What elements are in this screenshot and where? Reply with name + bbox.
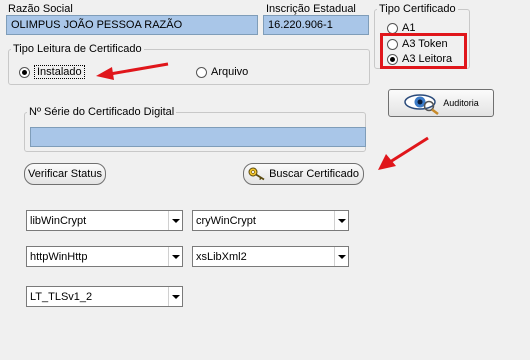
razao-social-field[interactable]: OLIMPUS JOÃO PESSOA RAZÃO bbox=[6, 15, 258, 35]
auditoria-label: Auditoria bbox=[443, 98, 479, 108]
crypt-lib-select[interactable]: cryWinCrypt bbox=[192, 210, 349, 231]
radio-arquivo[interactable]: Arquivo bbox=[196, 66, 248, 78]
ssl-type-select[interactable]: LT_TLSv1_2 bbox=[26, 286, 183, 307]
chevron-down-icon[interactable] bbox=[168, 287, 182, 306]
inscricao-estadual-field[interactable]: 16.220.906-1 bbox=[263, 15, 369, 35]
annotation-arrow-left bbox=[96, 62, 169, 80]
eye-magnifier-icon bbox=[404, 94, 439, 115]
annotation-arrow-right bbox=[378, 136, 429, 170]
xmlsign-lib-select[interactable]: xsLibXml2 bbox=[192, 246, 349, 267]
serie-certificado-legend: Nº Série do Certificado Digital bbox=[29, 106, 175, 118]
ssl-lib-select[interactable]: libWinCrypt bbox=[26, 210, 183, 231]
inscricao-estadual-label: Inscrição Estadual bbox=[266, 3, 356, 15]
serie-certificado-field[interactable] bbox=[30, 127, 366, 147]
radio-arquivo-label: Arquivo bbox=[211, 66, 249, 78]
ssl-lib-value: libWinCrypt bbox=[30, 214, 87, 227]
radio-instalado-label: Instalado bbox=[34, 65, 85, 79]
key-icon bbox=[248, 167, 265, 181]
highlight-box bbox=[380, 33, 467, 69]
ssl-type-value: LT_TLSv1_2 bbox=[30, 290, 93, 303]
radio-instalado[interactable]: Instalado bbox=[19, 65, 85, 79]
buscar-certificado-button[interactable]: Buscar Certificado bbox=[243, 163, 364, 185]
radio-instalado-circle[interactable] bbox=[19, 66, 30, 78]
verificar-status-button[interactable]: Verificar Status bbox=[24, 163, 106, 185]
chevron-down-icon[interactable] bbox=[168, 211, 182, 230]
chevron-down-icon[interactable] bbox=[168, 247, 182, 266]
crypt-lib-value: cryWinCrypt bbox=[196, 214, 256, 227]
tipo-certificado-legend: Tipo Certificado bbox=[379, 3, 456, 15]
xmlsign-lib-value: xsLibXml2 bbox=[196, 250, 247, 263]
radio-arquivo-circle[interactable] bbox=[196, 66, 207, 78]
tipo-leitura-legend: Tipo Leitura de Certificado bbox=[13, 43, 142, 55]
razao-social-label: Razão Social bbox=[8, 3, 73, 15]
http-lib-value: httpWinHttp bbox=[30, 250, 88, 263]
buscar-certificado-label: Buscar Certificado bbox=[269, 168, 359, 180]
chevron-down-icon[interactable] bbox=[334, 211, 348, 230]
radio-a1-circle[interactable] bbox=[387, 22, 398, 34]
chevron-down-icon[interactable] bbox=[334, 247, 348, 266]
auditoria-button[interactable]: Auditoria bbox=[388, 89, 494, 117]
http-lib-select[interactable]: httpWinHttp bbox=[26, 246, 183, 267]
verificar-status-label: Verificar Status bbox=[28, 168, 102, 180]
